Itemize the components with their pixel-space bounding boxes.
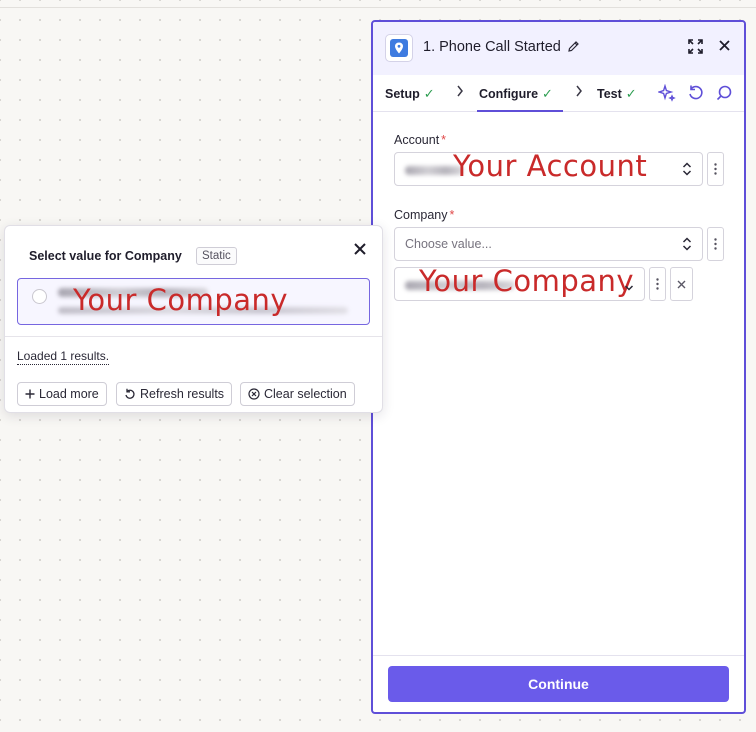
updown-chevron-icon	[682, 237, 692, 256]
step-title[interactable]: 1. Phone Call Started	[423, 39, 561, 55]
chevron-right-icon	[456, 85, 464, 100]
location-pin-icon	[390, 39, 408, 57]
required-mark: *	[449, 208, 455, 222]
close-icon[interactable]	[718, 39, 731, 57]
clear-circle-icon	[248, 388, 260, 400]
updown-chevron-icon	[682, 162, 692, 181]
check-icon: ✓	[625, 86, 637, 101]
popup-title: Select value for Company	[29, 249, 182, 263]
clear-selection-button[interactable]: Clear selection	[240, 382, 355, 406]
close-icon	[677, 280, 686, 288]
pencil-edit-icon[interactable]	[567, 40, 580, 58]
refresh-results-label: Refresh results	[140, 387, 225, 401]
radio-button[interactable]	[32, 289, 47, 304]
load-more-label: Load more	[39, 387, 99, 401]
company-placeholder: Choose value...	[405, 237, 492, 251]
sparkle-icon[interactable]	[656, 83, 676, 107]
undo-icon[interactable]	[687, 84, 705, 107]
static-badge: Static	[196, 247, 237, 265]
tab-setup[interactable]: Setup ✓	[385, 86, 435, 102]
check-icon: ✓	[542, 86, 553, 101]
clear-value-button[interactable]	[670, 267, 693, 301]
expand-icon[interactable]	[687, 38, 704, 60]
popup-close-button[interactable]	[354, 239, 366, 260]
kebab-icon	[714, 238, 717, 250]
close-icon	[354, 243, 366, 255]
load-more-button[interactable]: Load more	[17, 382, 107, 406]
panel-header: 1. Phone Call Started	[373, 22, 744, 75]
account-select[interactable]: Your Account	[394, 149, 703, 186]
tab-label: Configure	[479, 87, 539, 101]
chevron-down-icon	[624, 279, 634, 297]
kebab-icon	[656, 278, 659, 290]
comment-icon[interactable]	[715, 84, 733, 107]
refresh-icon	[125, 388, 135, 399]
top-divider	[0, 7, 756, 8]
account-more-button[interactable]	[707, 152, 724, 186]
panel-footer: Continue	[373, 655, 744, 712]
step-tabs: Setup ✓ Configure ✓ Test ✓	[373, 75, 744, 112]
continue-button[interactable]: Continue	[388, 666, 729, 702]
app-icon	[385, 34, 413, 62]
check-icon: ✓	[423, 86, 435, 101]
option-overlay-text: Your Company	[73, 283, 289, 317]
kebab-icon	[714, 163, 717, 175]
tab-configure[interactable]: Configure ✓	[479, 86, 553, 102]
plus-icon	[25, 389, 35, 399]
company-value-more-button[interactable]	[649, 267, 666, 301]
company-more-button[interactable]	[707, 227, 724, 261]
clear-selection-label: Clear selection	[264, 387, 347, 401]
company-select[interactable]: Choose value...	[394, 227, 703, 261]
chevron-right-icon	[575, 85, 583, 100]
account-label-text: Account	[394, 133, 440, 147]
company-overlay-text: Your Company	[419, 264, 635, 298]
required-mark: *	[441, 133, 447, 147]
account-label: Account *	[394, 133, 446, 147]
step-panel: 1. Phone Call Started Setup ✓ Configure …	[371, 20, 746, 714]
tab-test[interactable]: Test ✓	[597, 86, 637, 102]
tab-label: Test	[597, 87, 622, 101]
loaded-results-text: Loaded 1 results.	[17, 349, 110, 365]
tab-label: Setup	[385, 87, 420, 101]
option-item[interactable]: Your Company	[17, 278, 370, 325]
company-value-select[interactable]: Your Company	[394, 264, 645, 301]
select-value-popup: Select value for Company Static Your Com…	[4, 225, 383, 413]
refresh-results-button[interactable]: Refresh results	[116, 382, 233, 406]
account-overlay-text: Your Account	[453, 149, 648, 183]
company-label: Company *	[394, 208, 454, 222]
active-tab-indicator	[477, 110, 563, 112]
company-label-text: Company	[394, 208, 448, 222]
divider	[5, 336, 382, 337]
